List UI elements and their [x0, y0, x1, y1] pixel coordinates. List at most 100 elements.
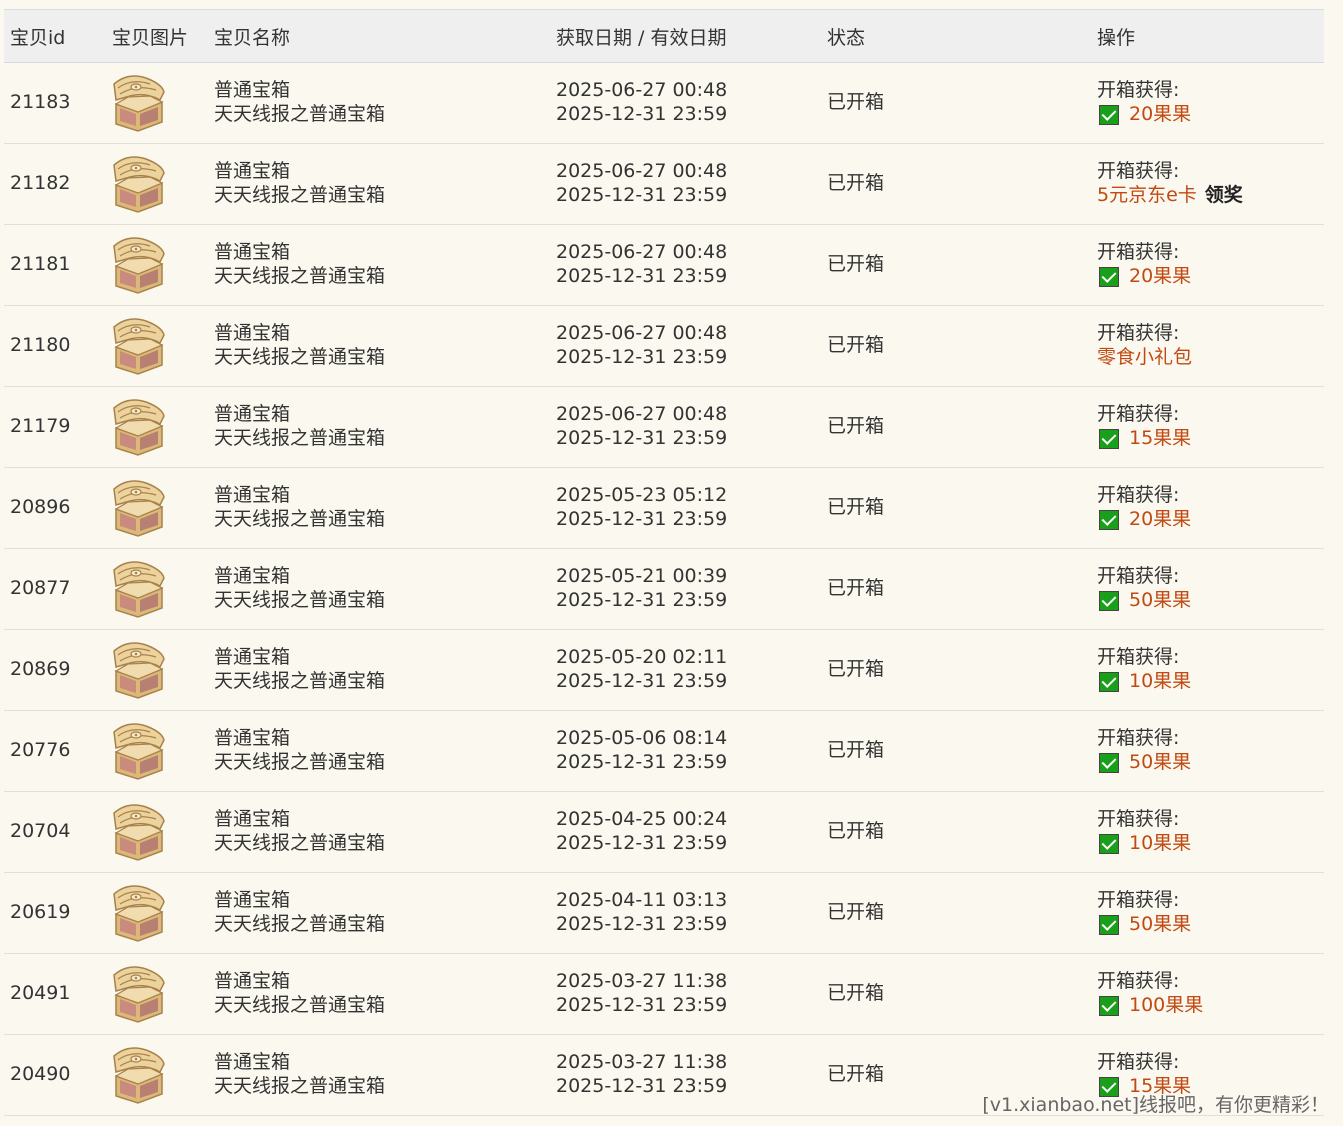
item-desc: 天天线报之普通宝箱	[214, 670, 386, 692]
obtained-date: 2025-06-27 00:48	[556, 403, 728, 426]
table-row: 21183 普通宝箱 天天线报之普通宝箱 2025-06-27 00:48 20…	[4, 63, 1324, 144]
item-desc: 天天线报之普通宝箱	[214, 508, 386, 530]
expires-date: 2025-12-31 23:59	[556, 508, 728, 530]
cell-status: 已开箱	[821, 468, 1091, 549]
cell-dates: 2025-06-27 00:48 2025-12-31 23:59	[550, 306, 821, 387]
cell-dates: 2025-06-27 00:48 2025-12-31 23:59	[550, 225, 821, 306]
cell-action: 开箱获得: 零食小礼包	[1091, 306, 1324, 387]
item-desc: 天天线报之普通宝箱	[214, 346, 386, 368]
site-watermark: [v1.xianbao.net]线报吧，有你更精彩！	[982, 1094, 1329, 1116]
checkbox-checked-icon	[1099, 590, 1119, 611]
cell-dates: 2025-05-23 05:12 2025-12-31 23:59	[550, 468, 821, 549]
checkbox-checked-icon	[1099, 428, 1119, 449]
item-id: 21179	[10, 415, 71, 438]
cell-name: 普通宝箱 天天线报之普通宝箱	[208, 468, 550, 549]
item-name: 普通宝箱	[214, 970, 291, 993]
cell-id: 20869	[4, 630, 106, 711]
action-label: 开箱获得:	[1097, 484, 1180, 507]
table-row: 20896 普通宝箱 天天线报之普通宝箱 2025-05-23 05:12 20…	[4, 468, 1324, 549]
cell-image	[106, 873, 208, 954]
cell-action: 开箱获得: 20果果	[1091, 225, 1324, 306]
reward-row: 100果果	[1097, 994, 1324, 1018]
reward-text: 20果果	[1129, 103, 1192, 125]
action-label: 开箱获得:	[1097, 79, 1180, 102]
table-row: 20491 普通宝箱 天天线报之普通宝箱 2025-03-27 11:38 20…	[4, 954, 1324, 1035]
expires-date: 2025-12-31 23:59	[556, 832, 728, 854]
cell-action: 开箱获得: 50果果	[1091, 711, 1324, 792]
obtained-date: 2025-04-25 00:24	[556, 808, 728, 831]
cell-id: 20896	[4, 468, 106, 549]
cell-dates: 2025-03-27 11:38 2025-12-31 23:59	[550, 954, 821, 1035]
item-id: 20896	[10, 496, 71, 519]
item-desc: 天天线报之普通宝箱	[214, 589, 386, 611]
header-id: 宝贝id	[10, 26, 66, 49]
header-status: 状态	[827, 26, 866, 49]
status-text: 已开箱	[827, 577, 885, 600]
cell-image	[106, 630, 208, 711]
item-id: 20869	[10, 658, 71, 681]
item-id: 20776	[10, 739, 71, 762]
treasure-chest-icon	[113, 723, 165, 780]
expires-date: 2025-12-31 23:59	[556, 994, 728, 1016]
reward-text: 50果果	[1129, 913, 1192, 935]
reward-row: 零食小礼包	[1097, 346, 1324, 370]
cell-id: 21182	[4, 144, 106, 225]
checkbox-checked-icon	[1099, 266, 1119, 287]
cell-status: 已开箱	[821, 549, 1091, 630]
treasure-chest-icon	[113, 480, 165, 537]
obtained-date: 2025-06-27 00:48	[556, 241, 728, 264]
treasure-chest-icon	[113, 561, 165, 618]
item-id: 20877	[10, 577, 71, 600]
cell-name: 普通宝箱 天天线报之普通宝箱	[208, 387, 550, 468]
status-text: 已开箱	[827, 334, 885, 357]
table-row: 20776 普通宝箱 天天线报之普通宝箱 2025-05-06 08:14 20…	[4, 711, 1324, 792]
reward-row: 10果果	[1097, 670, 1324, 694]
obtained-date: 2025-05-21 00:39	[556, 565, 728, 588]
item-id: 21180	[10, 334, 71, 357]
cell-image	[106, 792, 208, 873]
item-desc: 天天线报之普通宝箱	[214, 184, 386, 206]
action-label: 开箱获得:	[1097, 727, 1180, 750]
item-name: 普通宝箱	[214, 889, 291, 912]
action-label: 开箱获得:	[1097, 808, 1180, 831]
table-row: 21179 普通宝箱 天天线报之普通宝箱 2025-06-27 00:48 20…	[4, 387, 1324, 468]
item-id: 21182	[10, 172, 71, 195]
treasure-chest-icon	[113, 237, 165, 294]
cell-id: 20490	[4, 1035, 106, 1116]
cell-name: 普通宝箱 天天线报之普通宝箱	[208, 630, 550, 711]
cell-image	[106, 144, 208, 225]
cell-name: 普通宝箱 天天线报之普通宝箱	[208, 1035, 550, 1116]
action-label: 开箱获得:	[1097, 565, 1180, 588]
cell-dates: 2025-06-27 00:48 2025-12-31 23:59	[550, 387, 821, 468]
cell-image	[106, 63, 208, 144]
cell-image	[106, 306, 208, 387]
expires-date: 2025-12-31 23:59	[556, 670, 728, 692]
item-name: 普通宝箱	[214, 727, 291, 750]
reward-text: 10果果	[1129, 670, 1192, 692]
treasure-records-table: 宝贝id 宝贝图片 宝贝名称 获取日期 / 有效日期 状态 操作 21183 普…	[4, 9, 1324, 1116]
cell-image	[106, 225, 208, 306]
cell-id: 20619	[4, 873, 106, 954]
action-label: 开箱获得:	[1097, 241, 1180, 264]
cell-action: 开箱获得: 20果果	[1091, 468, 1324, 549]
cell-name: 普通宝箱 天天线报之普通宝箱	[208, 549, 550, 630]
cell-image	[106, 711, 208, 792]
reward-row: 20果果	[1097, 508, 1324, 532]
header-image: 宝贝图片	[112, 26, 189, 49]
cell-dates: 2025-06-27 00:48 2025-12-31 23:59	[550, 63, 821, 144]
cell-status: 已开箱	[821, 387, 1091, 468]
expires-date: 2025-12-31 23:59	[556, 265, 728, 287]
item-desc: 天天线报之普通宝箱	[214, 103, 386, 125]
reward-text: 20果果	[1129, 508, 1192, 530]
expires-date: 2025-12-31 23:59	[556, 589, 728, 611]
cell-status: 已开箱	[821, 63, 1091, 144]
cell-dates: 2025-06-27 00:48 2025-12-31 23:59	[550, 144, 821, 225]
reward-row: 20果果	[1097, 103, 1324, 127]
header-dates: 获取日期 / 有效日期	[556, 26, 727, 49]
reward-text: 50果果	[1129, 589, 1192, 611]
cell-name: 普通宝箱 天天线报之普通宝箱	[208, 63, 550, 144]
cell-image	[106, 954, 208, 1035]
treasure-chest-icon	[113, 1047, 165, 1104]
checkbox-checked-icon	[1099, 752, 1119, 773]
claim-prize-link[interactable]: 领奖	[1205, 184, 1243, 208]
